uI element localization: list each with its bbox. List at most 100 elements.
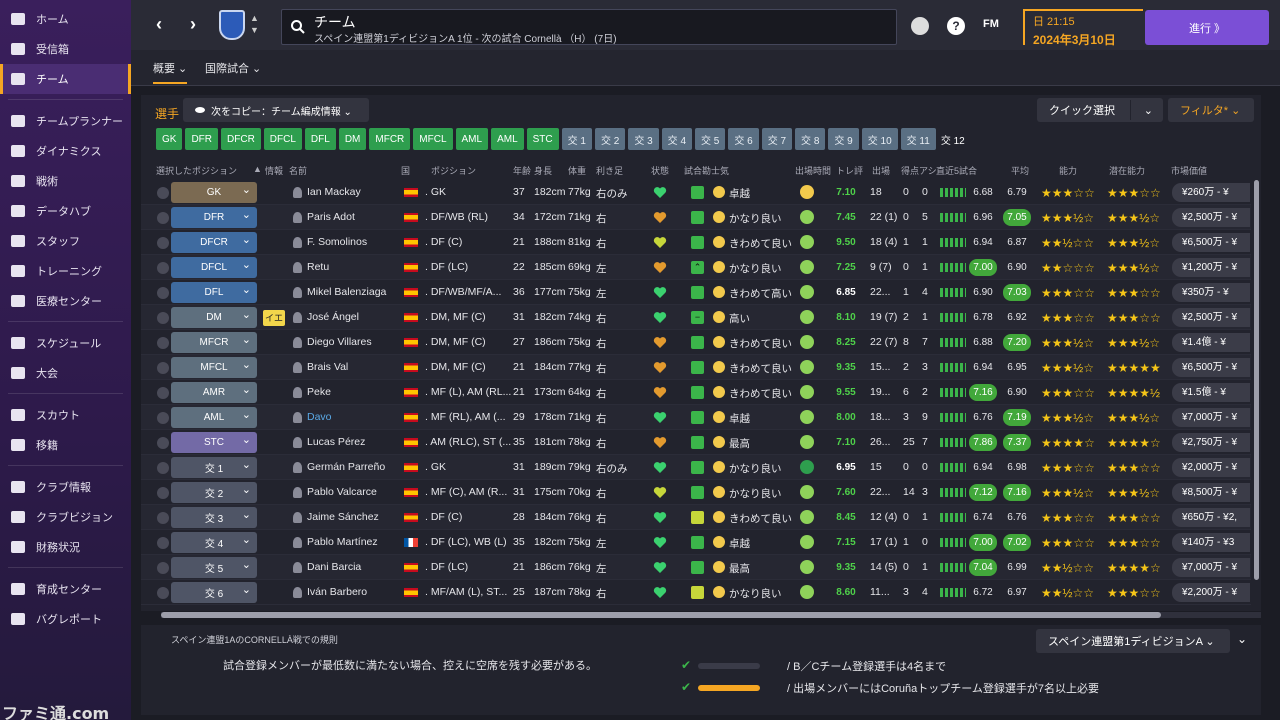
position-slot-select[interactable]: GK xyxy=(171,182,257,203)
football-icon[interactable] xyxy=(911,17,929,35)
sidebar-item[interactable]: 戦術 xyxy=(0,166,131,196)
position-button[interactable]: GK xyxy=(156,128,183,150)
vertical-scrollbar[interactable] xyxy=(1254,180,1259,580)
player-name[interactable]: Davo xyxy=(307,411,332,423)
league-select[interactable]: スペイン連盟第1ディビジョンA ⌄ xyxy=(1036,629,1230,653)
sidebar-item[interactable]: データハブ xyxy=(0,196,131,226)
position-button[interactable]: DM xyxy=(338,128,367,150)
position-button[interactable]: 交 7 xyxy=(761,128,793,150)
position-slot-select[interactable]: DFL xyxy=(171,282,257,303)
position-slot-select[interactable]: DFCR xyxy=(171,232,257,253)
player-name[interactable]: Ian Mackay xyxy=(307,186,361,198)
table-row[interactable]: DFL Mikel Balenziaga . DF/WB/MF/A... 36 177c… xyxy=(141,280,1251,305)
player-name[interactable]: Germán Parreño xyxy=(307,461,385,473)
continue-button[interactable]: 進行 》 xyxy=(1145,10,1269,45)
position-button[interactable]: DFCL xyxy=(263,128,302,150)
col-height[interactable]: 身長 xyxy=(534,164,552,177)
select-checkbox[interactable] xyxy=(157,337,169,349)
col-value[interactable]: 市場価値 xyxy=(1171,164,1207,177)
col-assists[interactable]: アシ xyxy=(919,164,937,177)
sidebar-item[interactable]: クラブ情報 xyxy=(0,472,131,502)
select-checkbox[interactable] xyxy=(157,262,169,274)
sidebar-item[interactable]: チーム xyxy=(0,64,131,94)
sidebar-item[interactable]: 移籍 xyxy=(0,430,131,460)
select-checkbox[interactable] xyxy=(157,512,169,524)
player-name[interactable]: Brais Val xyxy=(307,361,348,373)
player-name[interactable]: Jaime Sánchez xyxy=(307,511,379,523)
col-ability[interactable]: 能力 xyxy=(1059,164,1077,177)
col-foot[interactable]: 利き足 xyxy=(596,164,623,177)
position-button[interactable]: 交 10 xyxy=(861,128,898,150)
sidebar-item[interactable]: 財務状況 xyxy=(0,532,131,562)
position-button[interactable]: 交 6 xyxy=(728,128,759,150)
player-name[interactable]: Retu xyxy=(307,261,329,273)
forward-arrow-icon[interactable]: › xyxy=(183,14,203,34)
position-slot-select[interactable]: DFCL xyxy=(171,257,257,278)
position-slot-select[interactable]: 交 2 xyxy=(171,482,257,503)
table-row[interactable]: MFCR Diego Villares . DM, MF (C) 27 186cm75k… xyxy=(141,330,1251,355)
player-name[interactable]: Mikel Balenziaga xyxy=(307,286,386,298)
position-slot-select[interactable]: MFCR xyxy=(171,332,257,353)
sidebar-item[interactable]: バグレポート xyxy=(0,604,131,634)
select-checkbox[interactable] xyxy=(157,287,169,299)
col-potential[interactable]: 潜在能力 xyxy=(1109,164,1145,177)
position-button[interactable]: AML xyxy=(491,128,524,150)
table-row[interactable]: DFCL Retu . DF (LC) 22 185cm69kg 左 ⌃ かなり良い 7.25 9… xyxy=(141,255,1251,280)
sidebar-item[interactable]: トレーニング xyxy=(0,256,131,286)
select-checkbox[interactable] xyxy=(157,412,169,424)
position-slot-select[interactable]: 交 3 xyxy=(171,507,257,528)
filter-button[interactable]: フィルタ* ⌄ xyxy=(1168,98,1254,122)
player-name[interactable]: Pablo Valcarce xyxy=(307,486,377,498)
position-slot-select[interactable]: 交 5 xyxy=(171,557,257,578)
table-row[interactable]: 交 2 Pablo Valcarce . MF (C), AM (R... 31 175… xyxy=(141,480,1251,505)
player-name[interactable]: Dani Barcia xyxy=(307,561,361,573)
player-name[interactable]: Pablo Martínez xyxy=(307,536,378,548)
col-nation[interactable]: 国 xyxy=(401,164,410,177)
table-row[interactable]: 交 4 Pablo Martínez . DF (LC), WB (L) 35 182c… xyxy=(141,530,1251,555)
player-name[interactable]: Iván Barbero xyxy=(307,586,367,598)
select-checkbox[interactable] xyxy=(157,462,169,474)
sidebar-item[interactable]: クラブビジョン xyxy=(0,502,131,532)
select-checkbox[interactable] xyxy=(157,537,169,549)
club-switch-icon[interactable]: ▲ ▼ xyxy=(250,12,259,36)
select-checkbox[interactable] xyxy=(157,362,169,374)
sidebar-item[interactable]: スカウト xyxy=(0,400,131,430)
position-slot-select[interactable]: 交 4 xyxy=(171,532,257,553)
select-checkbox[interactable] xyxy=(157,487,169,499)
sidebar-item[interactable]: ホーム xyxy=(0,4,131,34)
select-checkbox[interactable] xyxy=(157,312,169,324)
position-button[interactable]: 交 1 xyxy=(561,128,592,150)
select-checkbox[interactable] xyxy=(157,237,169,249)
position-button[interactable]: 交 4 xyxy=(661,128,693,150)
sidebar-item[interactable]: 医療センター xyxy=(0,286,131,316)
select-checkbox[interactable] xyxy=(157,587,169,599)
table-row[interactable]: 交 3 Jaime Sánchez . DF (C) 28 184cm76kg 右 きわめて… xyxy=(141,505,1251,530)
position-slot-select[interactable]: DM xyxy=(171,307,257,328)
col-position[interactable]: ポジション xyxy=(431,164,476,177)
position-button[interactable]: MFCL xyxy=(413,128,453,150)
position-button[interactable]: MFCR xyxy=(369,128,411,150)
position-slot-select[interactable]: STC xyxy=(171,432,257,453)
col-match-fitness[interactable]: 試合勘 xyxy=(684,164,711,177)
sidebar-item[interactable]: スケジュール xyxy=(0,328,131,358)
position-slot-select[interactable]: MFCL xyxy=(171,357,257,378)
position-button[interactable]: STC xyxy=(526,128,559,150)
fm-logo[interactable]: FM xyxy=(983,18,999,30)
select-checkbox[interactable] xyxy=(157,387,169,399)
player-name[interactable]: Lucas Pérez xyxy=(307,436,365,448)
col-age[interactable]: 年齢 xyxy=(513,164,531,177)
sort-arrow-icon[interactable]: ▲ xyxy=(253,164,262,174)
position-button[interactable]: AML xyxy=(455,128,489,150)
tab-international[interactable]: 国際試合 ⌄ xyxy=(205,60,261,76)
horizontal-scrollbar[interactable] xyxy=(161,612,1261,618)
player-name[interactable]: F. Somolinos xyxy=(307,236,367,248)
table-row[interactable]: GK Ian Mackay . GK 37 182cm77kg 右のみ 卓越 7.10 18 0 0… xyxy=(141,180,1251,205)
table-row[interactable]: AMR Peke . MF (L), AM (RL...21 173cm64kg 右 きわ… xyxy=(141,380,1251,405)
tab-overview[interactable]: 概要 ⌄ xyxy=(153,60,188,84)
player-name[interactable]: Paris Adot xyxy=(307,211,355,223)
position-button[interactable]: DFCR xyxy=(221,128,261,150)
col-goals[interactable]: 得点 xyxy=(901,164,919,177)
position-button[interactable]: 交 8 xyxy=(795,128,826,150)
scrollbar-thumb[interactable] xyxy=(161,612,1161,618)
player-name[interactable]: Diego Villares xyxy=(307,336,372,348)
